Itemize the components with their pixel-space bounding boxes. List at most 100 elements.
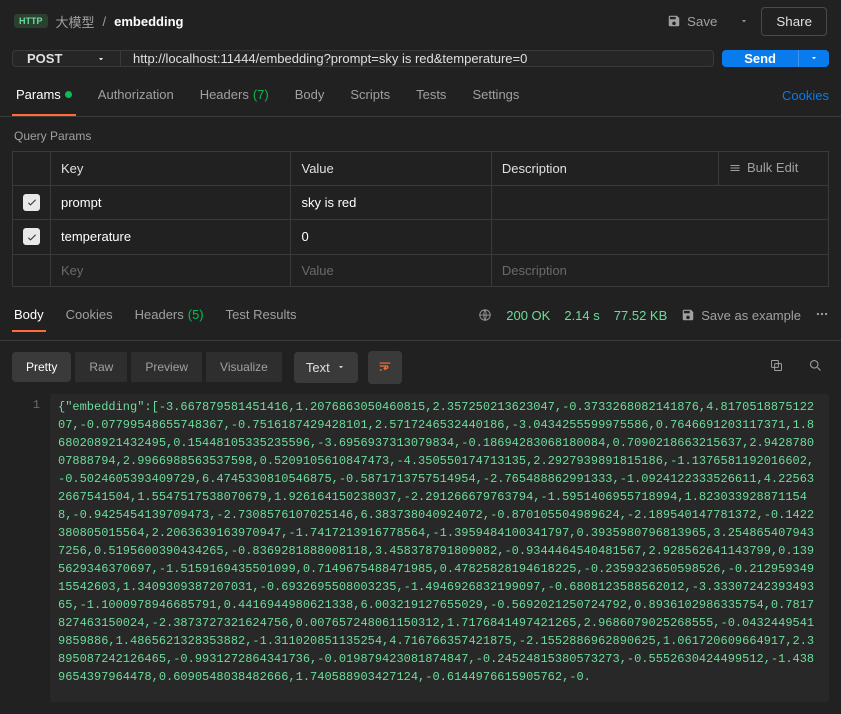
row-desc[interactable] [491, 220, 828, 255]
tab-params-label: Params [16, 87, 61, 102]
response-more-button[interactable] [815, 307, 829, 324]
more-icon [815, 307, 829, 321]
header-checkbox-cell [13, 152, 51, 186]
table-placeholder-row[interactable]: Key Value Description [13, 254, 829, 286]
chevron-down-icon [336, 362, 346, 372]
resp-tab-test-results[interactable]: Test Results [224, 299, 299, 332]
response-body-text[interactable]: {"embedding":[-3.667879581451416,1.20768… [50, 394, 829, 702]
request-tabs-left: Params Authorization Headers (7) Body Sc… [12, 75, 523, 116]
breadcrumb-bar: HTTP 大模型 / embedding Save Share [0, 0, 841, 42]
placeholder-value[interactable]: Value [291, 254, 491, 286]
send-button[interactable]: Send [722, 50, 798, 67]
method-select[interactable]: POST [13, 51, 121, 66]
body-type-select[interactable]: Text [294, 352, 358, 383]
response-size: 77.52 KB [614, 308, 668, 323]
breadcrumb-folder[interactable]: 大模型 [56, 12, 95, 31]
view-pretty[interactable]: Pretty [12, 352, 71, 382]
placeholder-desc[interactable]: Description [491, 254, 828, 286]
search-icon [808, 358, 823, 373]
response-status: 200 OK [506, 308, 550, 323]
resp-tab-cookies[interactable]: Cookies [64, 299, 115, 332]
row-value[interactable]: sky is red [291, 185, 491, 220]
view-tabs: Pretty Raw Preview Visualize Text [12, 351, 402, 384]
save-icon [681, 308, 695, 322]
copy-button[interactable] [763, 352, 790, 382]
body-type-label: Text [306, 360, 330, 375]
table-row[interactable]: prompt sky is red [13, 185, 829, 220]
row-checkbox[interactable] [23, 194, 40, 211]
copy-icon [769, 358, 784, 373]
row-value[interactable]: 0 [291, 220, 491, 255]
tab-authorization[interactable]: Authorization [94, 75, 178, 116]
view-controls: Pretty Raw Preview Visualize Text [0, 341, 841, 394]
tab-tests[interactable]: Tests [412, 75, 450, 116]
method-badge: HTTP [14, 14, 48, 28]
view-actions [763, 352, 829, 382]
column-value: Value [291, 152, 491, 186]
column-desc: Description [491, 152, 718, 186]
view-preview[interactable]: Preview [131, 352, 202, 382]
bulk-edit-cell: Bulk Edit [719, 152, 829, 186]
check-icon [26, 231, 38, 243]
tab-headers-count: (7) [253, 87, 269, 102]
save-label: Save [687, 14, 717, 29]
send-dropdown-button[interactable] [798, 50, 829, 67]
tab-settings[interactable]: Settings [468, 75, 523, 116]
response-body: 1 {"embedding":[-3.667879581451416,1.207… [0, 394, 841, 714]
resp-tab-body[interactable]: Body [12, 299, 46, 332]
request-tabs: Params Authorization Headers (7) Body Sc… [0, 75, 841, 117]
bulk-edit-icon [729, 162, 741, 174]
row-key[interactable]: prompt [51, 185, 291, 220]
row-desc[interactable] [491, 185, 828, 220]
search-body-button[interactable] [802, 352, 829, 382]
method-url-box: POST [12, 50, 714, 67]
tab-headers[interactable]: Headers (7) [196, 75, 273, 116]
save-as-example-button[interactable]: Save as example [681, 308, 801, 323]
query-params-title: Query Params [0, 117, 841, 151]
params-header-row: Key Value Description Bulk Edit [13, 152, 829, 186]
send-group: Send [722, 50, 829, 67]
row-checkbox[interactable] [23, 228, 40, 245]
save-dropdown-button[interactable] [735, 8, 753, 35]
save-example-label: Save as example [701, 308, 801, 323]
line-number-gutter: 1 [12, 394, 50, 702]
resp-tab-headers-label: Headers [135, 307, 184, 322]
wrap-icon [378, 359, 392, 373]
tab-params-dot [65, 91, 72, 98]
tab-body[interactable]: Body [291, 75, 329, 116]
cookies-link[interactable]: Cookies [782, 88, 829, 103]
response-bar: Body Cookies Headers (5) Test Results 20… [0, 291, 841, 341]
chevron-down-icon [96, 54, 106, 64]
response-time: 2.14 s [564, 308, 599, 323]
resp-tab-headers[interactable]: Headers (5) [133, 299, 206, 332]
column-key: Key [51, 152, 291, 186]
url-input[interactable] [121, 51, 713, 66]
placeholder-key[interactable]: Key [51, 254, 291, 286]
request-row: POST Send [0, 42, 841, 75]
bulk-edit-button[interactable]: Bulk Edit [729, 160, 798, 175]
share-button[interactable]: Share [761, 7, 827, 36]
bulk-edit-label: Bulk Edit [747, 160, 798, 175]
breadcrumb-current: embedding [114, 14, 183, 29]
resp-tab-headers-count: (5) [188, 307, 204, 322]
tab-params[interactable]: Params [12, 75, 76, 116]
globe-icon[interactable] [478, 308, 492, 322]
save-icon [667, 14, 681, 28]
wrap-toggle-button[interactable] [368, 351, 402, 384]
chevron-down-icon [739, 16, 749, 26]
view-raw[interactable]: Raw [75, 352, 127, 382]
tab-headers-label: Headers [200, 87, 249, 102]
chevron-down-icon [809, 53, 819, 63]
tab-scripts[interactable]: Scripts [346, 75, 394, 116]
save-button[interactable]: Save [657, 8, 727, 35]
table-row[interactable]: temperature 0 [13, 220, 829, 255]
response-tabs: Body Cookies Headers (5) Test Results [12, 299, 298, 332]
check-icon [26, 196, 38, 208]
response-meta: 200 OK 2.14 s 77.52 KB Save as example [478, 307, 829, 324]
row-key[interactable]: temperature [51, 220, 291, 255]
breadcrumb-actions: Save Share [657, 7, 827, 36]
method-label: POST [27, 51, 62, 66]
breadcrumb: HTTP 大模型 / embedding [14, 12, 183, 31]
breadcrumb-sep: / [103, 14, 107, 29]
view-visualize[interactable]: Visualize [206, 352, 282, 382]
